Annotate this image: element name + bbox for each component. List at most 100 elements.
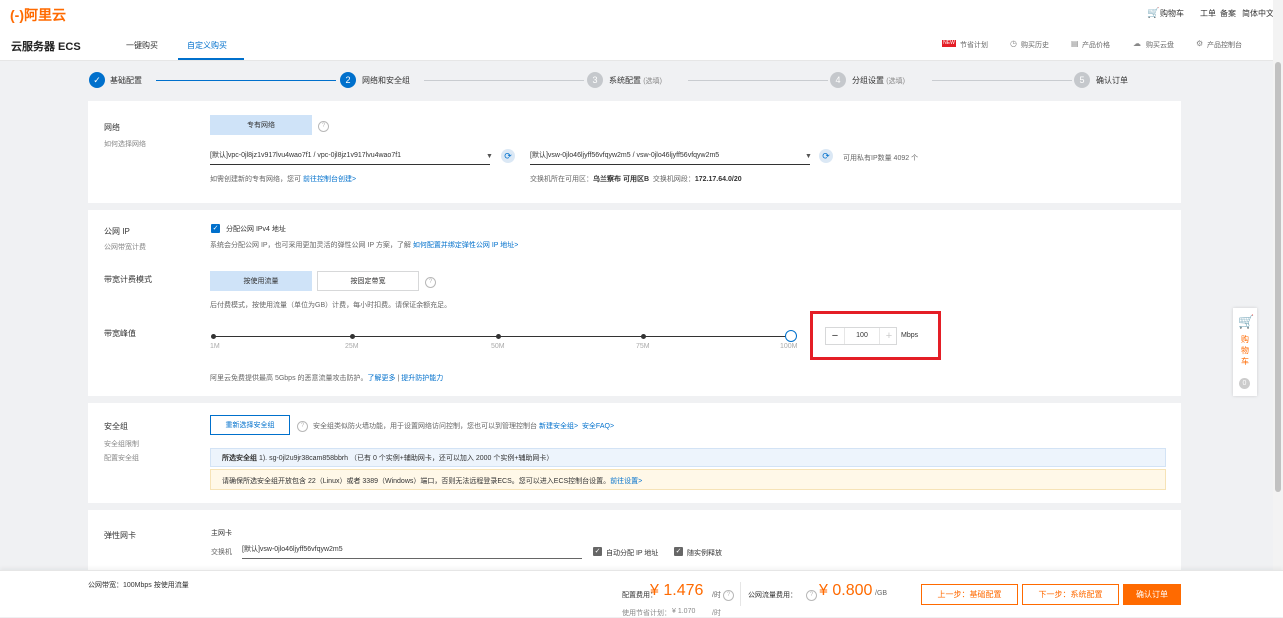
ddos-text: 阿里云免费提供最高 5Gbps 的恶意流量攻击防护。 [210, 375, 368, 382]
scrollbar-thumb[interactable] [1275, 62, 1281, 492]
step-5-label[interactable]: 确认订单 [1096, 75, 1128, 86]
tab-quick-buy[interactable]: 一键购买 [126, 40, 158, 51]
next-step-button[interactable]: 下一步：系统配置 [1022, 584, 1119, 605]
public-ip-desc-text: 系统会分配公网 IP，也可采用更加灵活的弹性公网 IP 方案，了解 [210, 242, 411, 249]
security-group-desc-text: 安全组类似防火墙功能，用于设置网络访问控制，您也可以到管理控制台 [313, 423, 537, 430]
eip-config-link[interactable]: 如何配置并绑定弹性公网 IP 地址> [413, 242, 518, 249]
slider-dot [641, 334, 646, 339]
link-product-price[interactable]: 产品价格 [1082, 40, 1110, 50]
bandwidth-peak-title: 带宽峰值 [104, 329, 136, 338]
assign-ipv4-checkbox[interactable]: ✓ [211, 224, 220, 233]
step-3-optional: (选填) [643, 78, 662, 85]
prev-step-button[interactable]: 上一步：基础配置 [921, 584, 1018, 605]
slider-dot [211, 334, 216, 339]
tab-custom-buy[interactable]: 自定义购买 [187, 40, 227, 51]
upgrade-protection-link[interactable]: 提升防护能力 [401, 375, 443, 382]
savings-plan-label: 使用节省计划： [622, 610, 671, 617]
decrement-button[interactable]: − [826, 328, 845, 344]
link-savings-plan[interactable]: 节省计划 [960, 40, 988, 50]
assign-ipv4-label: 分配公网 IPv4 地址 [226, 226, 286, 233]
go-settings-link[interactable]: 前往设置> [610, 478, 642, 485]
link-purchase-history[interactable]: 购买历史 [1021, 40, 1049, 50]
vpc-select[interactable]: [默认]vpc-0jl8jz1v917lvu4wao7f1 / vpc-0jl8… [210, 148, 490, 165]
traffic-fee-value: ¥ 0.800 [819, 582, 873, 599]
help-icon[interactable]: ? [806, 590, 817, 601]
clock-icon: ◷ [1010, 39, 1017, 48]
help-icon[interactable]: ? [425, 277, 436, 288]
auto-ip-label: 自动分配 IP 地址 [606, 550, 659, 557]
aliyun-logo[interactable]: (-)阿里云 [10, 5, 66, 25]
help-icon[interactable]: ? [297, 421, 308, 432]
billing-mode-title: 带宽计费模式 [104, 275, 152, 284]
public-ip-subtitle: 公网带宽计费 [104, 244, 146, 251]
eni-title: 弹性网卡 [104, 531, 136, 540]
reselect-security-group-button[interactable]: 重新选择安全组 [210, 415, 290, 435]
cart-label-char: 购 [1241, 335, 1249, 344]
slider-label: 25M [345, 343, 359, 350]
refresh-vswitch-icon[interactable]: ⟳ [819, 149, 833, 163]
top-bar: (-)阿里云 🛒 购物车 工单 备案 简体中文 [0, 0, 1283, 29]
zone-hint: 交换机所在可用区：乌兰察布 可用区B 交换机网段：172.17.64.0/20 [530, 174, 742, 184]
vpc-type-button[interactable]: 专有网络 [210, 115, 312, 135]
billing-fixed-bandwidth-button[interactable]: 按固定带宽 [317, 271, 419, 291]
learn-more-link[interactable]: 了解更多 [368, 375, 396, 382]
cloud-icon: ☁ [1133, 39, 1141, 48]
step-1-label[interactable]: 基础配置 [110, 75, 142, 86]
top-record-link[interactable]: 备案 [1220, 8, 1236, 19]
eni-section [88, 510, 1181, 570]
security-faq-link[interactable]: 安全FAQ> [582, 423, 614, 430]
public-ip-desc: 系统会分配公网 IP，也可采用更加灵活的弹性公网 IP 方案，了解 如何配置并绑… [210, 240, 518, 250]
create-security-group-link[interactable]: 新建安全组> [539, 423, 578, 430]
step-3-label[interactable]: 系统配置 (选填) [609, 75, 662, 86]
vswitch-select[interactable]: [默认]vsw-0jlo46ljyff56vfqyw2m5 / vsw-0jlo… [530, 148, 810, 165]
slider-label: 1M [210, 343, 220, 350]
security-group-limit-link[interactable]: 安全组限制 [104, 439, 139, 449]
language-selector[interactable]: 简体中文 [1242, 8, 1274, 19]
network-help-link[interactable]: 如何选择网络 [104, 139, 146, 149]
bandwidth-slider-handle[interactable] [785, 330, 797, 342]
help-icon[interactable]: ? [318, 121, 329, 132]
config-fee-value: ¥ 1.476 [650, 582, 704, 599]
public-ip-title: 公网 IP [104, 227, 130, 236]
billing-by-traffic-button[interactable]: 按使用流量 [210, 271, 312, 291]
refresh-vpc-icon[interactable]: ⟳ [501, 149, 515, 163]
top-ticket-link[interactable]: 工单 [1200, 8, 1216, 19]
bandwidth-stepper[interactable]: − 100 + [825, 327, 897, 345]
cidr-label: 交换机网段： [652, 176, 695, 183]
slider-dot [350, 334, 355, 339]
selected-sg-value: 1). sg-0jl2u9jr38cam858bbrh （已有 0 个实例+辅助… [258, 455, 554, 462]
link-buy-disk[interactable]: 购买云盘 [1146, 40, 1174, 50]
link-separator: | [397, 375, 400, 382]
step-3-number: 3 [587, 72, 603, 88]
cart-icon[interactable]: 🛒 [1147, 8, 1159, 19]
footer-divider [740, 582, 741, 606]
zone-name: 乌兰察布 可用区B [593, 176, 649, 183]
price-list-icon: ▤ [1071, 39, 1079, 48]
step-2-label: 网络和安全组 [362, 76, 410, 85]
bandwidth-input[interactable]: 100 [844, 328, 880, 344]
floating-cart[interactable]: 🛒 购 物 车 0 [1233, 308, 1257, 396]
auto-ip-checkbox[interactable]: ✓ [593, 547, 602, 556]
vpc-hint-text: 如需创建新的专有网络，您可 [210, 176, 301, 183]
billing-desc: 后付费模式，按使用流量（单位为GB）计费，每小时扣费。请保证余额充足。 [210, 302, 452, 309]
release-with-instance-label: 随实例释放 [687, 550, 722, 557]
chevron-down-icon: ▼ [486, 153, 493, 160]
config-fee-unit: /时 [712, 592, 721, 599]
confirm-order-button[interactable]: 确认订单 [1123, 584, 1181, 605]
release-with-instance-checkbox[interactable]: ✓ [674, 547, 683, 556]
top-cart-link[interactable]: 购物车 [1160, 8, 1184, 19]
link-console[interactable]: 产品控制台 [1207, 40, 1242, 50]
security-group-config-link[interactable]: 配置安全组 [104, 453, 139, 463]
help-icon[interactable]: ? [723, 590, 734, 601]
primary-nic-label: 主网卡 [211, 530, 232, 537]
create-vpc-link[interactable]: 前往控制台创建> [303, 176, 356, 183]
bandwidth-slider-track[interactable] [213, 336, 791, 337]
cidr-value: 172.17.64.0/20 [694, 176, 742, 183]
network-title: 网络 [104, 123, 120, 132]
increment-button[interactable]: + [879, 328, 898, 344]
step-line-3 [688, 80, 828, 81]
slider-label: 75M [636, 343, 650, 350]
step-4-label[interactable]: 分组设置 (选填) [852, 75, 905, 86]
eni-vswitch-select[interactable]: [默认]vsw-0jlo46ljyff56vfqyw2m5 [242, 542, 582, 559]
step-line-1 [156, 80, 336, 81]
